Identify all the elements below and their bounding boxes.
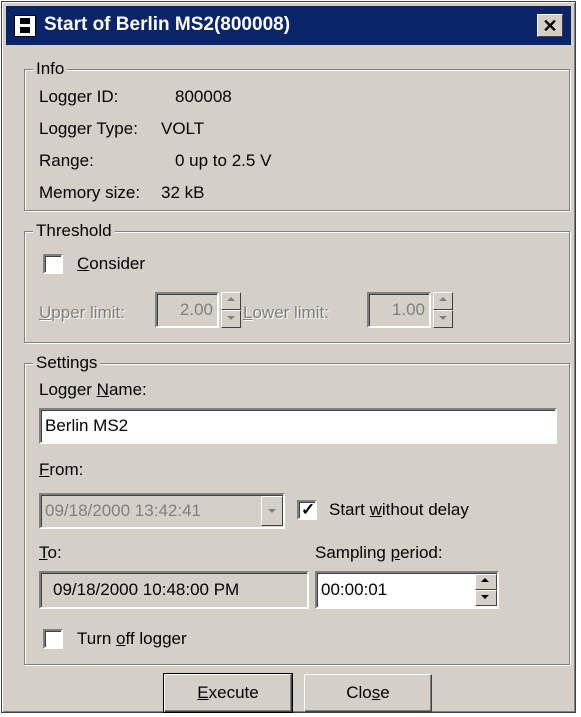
upper-limit-spin-down[interactable] (221, 310, 241, 328)
start-without-delay-checkbox[interactable]: ✓ (297, 500, 317, 520)
sampling-spin-up[interactable] (475, 574, 497, 590)
close-icon: ✕ (542, 16, 558, 36)
sampling-period-input[interactable]: 00:00:01 (315, 571, 499, 609)
to-label: To: (39, 543, 62, 562)
memory-size-value: 32 kB (161, 183, 205, 202)
spin-down-icon (227, 316, 235, 320)
threshold-legend: Threshold (33, 221, 115, 241)
logger-type-value: VOLT (161, 119, 205, 138)
spin-up-icon (481, 578, 489, 582)
from-label: From: (39, 460, 84, 479)
execute-button[interactable]: Execute (163, 673, 293, 713)
range-value: 0 up to 2.5 V (175, 151, 272, 170)
spin-up-icon (227, 297, 235, 301)
upper-limit-spin-up[interactable] (221, 292, 241, 310)
window-title: Start of Berlin MS2(800008) (44, 14, 291, 35)
settings-legend: Settings (33, 353, 101, 373)
checkmark-icon: ✓ (301, 500, 316, 519)
lower-limit-spin-up[interactable] (433, 292, 453, 310)
turn-off-logger-label[interactable]: Turn off logger (77, 629, 187, 649)
consider-label[interactable]: Consider (77, 254, 145, 274)
turn-off-logger-checkbox[interactable] (43, 629, 63, 649)
close-button[interactable]: Close (304, 674, 432, 712)
upper-limit-input[interactable]: 2.00 (155, 292, 219, 328)
lower-limit-spin-down[interactable] (433, 310, 453, 328)
info-group: Info Logger ID: 800008 Logger Type: VOLT… (24, 59, 570, 211)
upper-limit-label: Upper limit: (39, 303, 125, 322)
start-without-delay-label[interactable]: Start without delay (329, 500, 469, 520)
range-label: Range: (39, 151, 94, 170)
from-dropdown-button[interactable] (261, 496, 283, 526)
settings-group: Settings Logger Name: Berlin MS2 From: 0… (24, 353, 570, 665)
memory-size-label: Memory size: (39, 183, 141, 202)
logger-name-label: Logger Name: (39, 380, 147, 399)
dialog-window: Start of Berlin MS2(800008) ✕ Info Logge… (1, 1, 576, 713)
sampling-spin-down[interactable] (475, 590, 497, 606)
logger-id-label: Logger ID: (39, 87, 119, 106)
spin-down-icon (439, 316, 447, 320)
to-datetime-display: 09/18/2000 10:48:00 PM (39, 571, 309, 609)
sampling-period-label: Sampling period: (315, 543, 443, 562)
logger-app-icon (14, 15, 36, 37)
from-datetime-input[interactable]: 09/18/2000 13:42:41 (39, 493, 285, 529)
lower-limit-input[interactable]: 1.00 (367, 292, 431, 328)
logger-type-label: Logger Type: (39, 119, 138, 138)
logger-name-input[interactable]: Berlin MS2 (39, 408, 557, 444)
close-window-button[interactable]: ✕ (537, 14, 563, 37)
logger-id-value: 800008 (175, 87, 232, 106)
spin-down-icon (481, 595, 489, 599)
title-bar[interactable]: Start of Berlin MS2(800008) ✕ (6, 6, 571, 45)
chevron-down-icon (268, 509, 276, 513)
consider-checkbox[interactable] (43, 254, 63, 274)
lower-limit-label: Lower limit: (243, 303, 329, 322)
info-legend: Info (33, 59, 68, 79)
spin-up-icon (439, 297, 447, 301)
threshold-group: Threshold Consider Upper limit: 2.00 Low… (24, 221, 570, 343)
